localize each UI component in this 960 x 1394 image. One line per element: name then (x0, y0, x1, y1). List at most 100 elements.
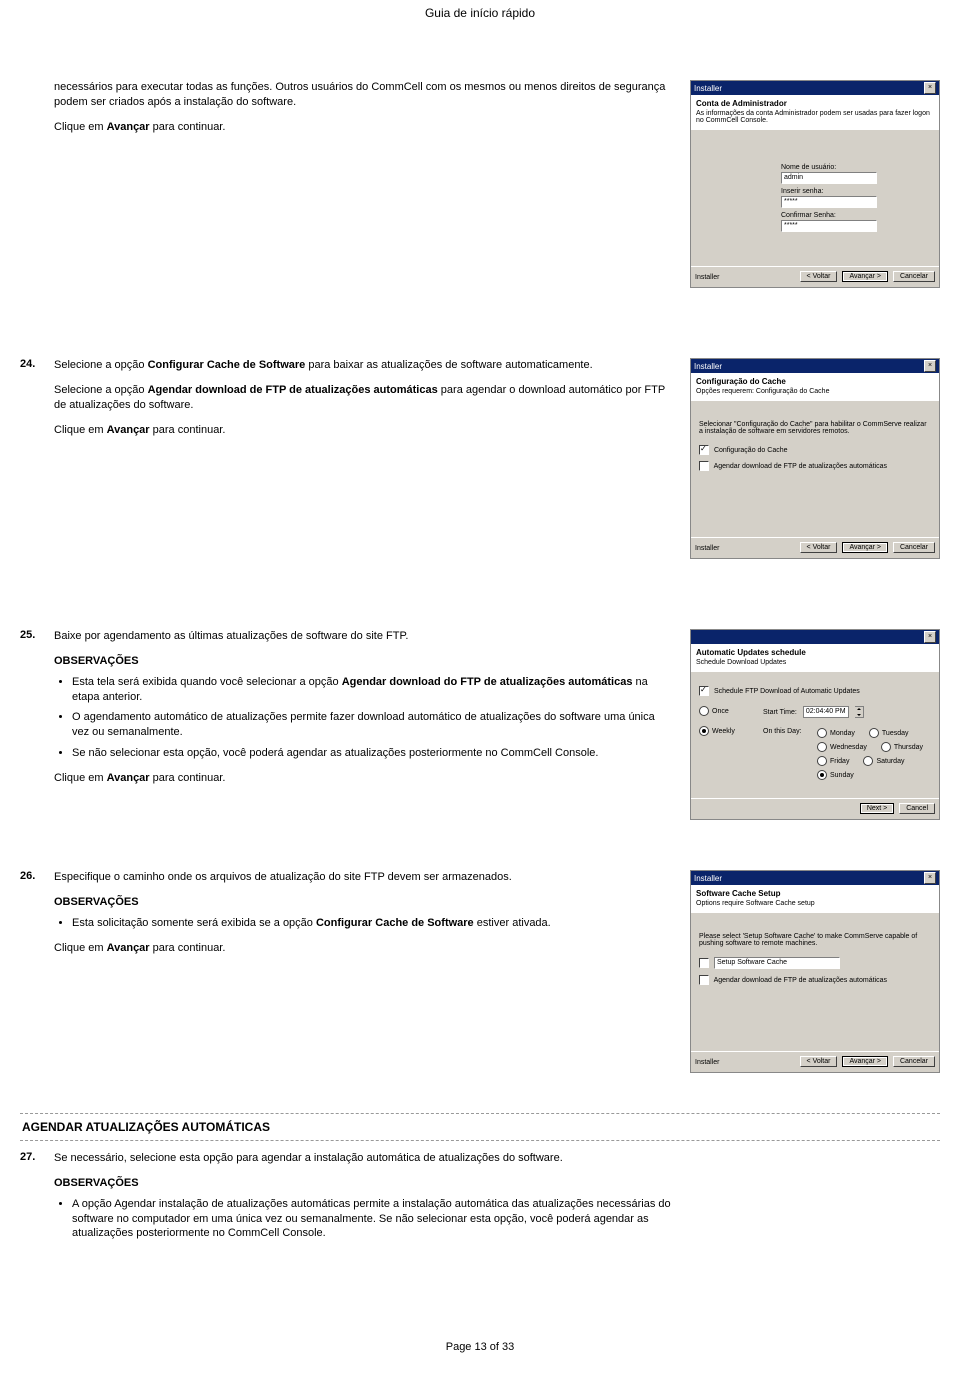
admin-dialog-titlebar: Installer × (691, 81, 939, 95)
cache-chk2-row[interactable]: Agendar download de FTP de atualizações … (699, 461, 931, 471)
back-button[interactable]: < Voltar (800, 271, 838, 282)
next-button[interactable]: Avançar > (842, 542, 888, 553)
step-24-num: 24. (20, 358, 44, 370)
close-icon[interactable]: × (924, 82, 936, 94)
schedule-dialog: × Automatic Updates schedule Schedule Do… (690, 629, 940, 820)
swcache-dialog-footer: Installer < Voltar Avançar > Cancelar (691, 1051, 939, 1072)
password-label: Inserir senha: (781, 188, 934, 195)
step-25-num: 25. (20, 629, 44, 641)
start-time-label: Start Time: (763, 709, 797, 716)
radio-icon[interactable] (881, 742, 891, 752)
swcache-chk1-label[interactable]: Setup Software Cache (714, 957, 840, 969)
step-24-text: Selecione a opção Configurar Cache de So… (54, 358, 680, 447)
step-26-list: Esta solicitação somente será exibida se… (54, 916, 672, 931)
step-27: 27. Se necessário, selecione esta opção … (20, 1151, 940, 1251)
cancel-button[interactable]: Cancelar (893, 1056, 935, 1067)
step-26-advance: Clique em Avançar para continuar. (54, 941, 672, 956)
footer-installer-label: Installer (695, 271, 720, 285)
step-25-text: Baixe por agendamento as últimas atualiz… (54, 629, 680, 796)
swcache-chk1-row[interactable]: Setup Software Cache (699, 957, 931, 969)
checkbox-icon[interactable] (699, 975, 709, 985)
checkbox-icon[interactable] (699, 461, 709, 471)
checkbox-icon[interactable] (699, 445, 709, 455)
swcache-chk2-label: Agendar download de FTP de atualizações … (714, 977, 887, 984)
cache-sub: Opções requerem: Configuração do Cache (696, 388, 934, 395)
close-icon[interactable]: × (924, 360, 936, 372)
radio-icon[interactable] (863, 756, 873, 766)
confirm-label: Confirmar Senha: (781, 212, 934, 219)
next-button[interactable]: Avançar > (842, 1056, 888, 1067)
admin-dialog-title: Installer (694, 84, 722, 93)
start-time-input[interactable]: 02:04:40 PM (803, 706, 849, 718)
day-radio[interactable]: Tuesday (869, 728, 909, 738)
day-radio[interactable]: Wednesday (817, 742, 867, 752)
day-radio[interactable]: Friday (817, 756, 849, 766)
swcache-dialog-titlebar: Installer × (691, 871, 939, 885)
radio-icon[interactable] (817, 770, 827, 780)
day-radio[interactable]: Sunday (817, 772, 854, 779)
schedule-sub: Schedule Download Updates (696, 659, 934, 666)
checkbox-icon[interactable] (699, 958, 709, 968)
day-radio[interactable]: Saturday (863, 756, 904, 766)
step-26-text: Especifique o caminho onde os arquivos d… (54, 870, 680, 965)
onday-label: On this Day: (763, 728, 811, 780)
back-button[interactable]: < Voltar (800, 542, 838, 553)
list-item: O agendamento automático de atualizações… (72, 710, 672, 740)
step-25-p1: Baixe por agendamento as últimas atualiz… (54, 629, 672, 644)
cache-chk1-label: Configuração do Cache (714, 447, 788, 454)
once-radio-row[interactable]: Once (699, 706, 749, 716)
step-26-observ: OBSERVAÇÕES (54, 895, 672, 910)
day-radio[interactable]: Monday (817, 728, 855, 738)
step-27-p1: Se necessário, selecione esta opção para… (54, 1151, 672, 1166)
close-icon[interactable]: × (924, 872, 936, 884)
step-23-dialog: Installer × Conta de Administrador As in… (690, 80, 940, 288)
username-label: Nome de usuário: (781, 164, 934, 171)
step-25-list: Esta tela será exibida quando você selec… (54, 675, 672, 761)
step-25-observ: OBSERVAÇÕES (54, 654, 672, 669)
admin-dialog-footer: Installer < Voltar Avançar > Cancelar (691, 266, 939, 287)
step-27-list: A opção Agendar instalação de atualizaçõ… (54, 1197, 672, 1242)
footer-installer-label: Installer (695, 1056, 720, 1070)
page-footer: Page 13 of 33 (0, 1341, 960, 1363)
spinner-icon[interactable] (855, 706, 864, 718)
cancel-button[interactable]: Cancel (899, 803, 935, 814)
cache-dialog-titlebar: Installer × (691, 359, 939, 373)
weekly-radio-row[interactable]: Weekly (699, 726, 749, 736)
step-23-text: necessários para executar todas as funçõ… (54, 80, 680, 145)
schedule-chk-row[interactable]: Schedule FTP Download of Automatic Updat… (699, 686, 931, 696)
cache-chk1-row[interactable]: Configuração do Cache (699, 445, 931, 455)
username-input[interactable]: admin (781, 172, 877, 184)
list-item: A opção Agendar instalação de atualizaçõ… (72, 1197, 672, 1242)
next-button[interactable]: Avançar > (842, 271, 888, 282)
cancel-button[interactable]: Cancelar (893, 542, 935, 553)
cache-chk2-label: Agendar download de FTP de atualizações … (714, 463, 887, 470)
cancel-button[interactable]: Cancelar (893, 271, 935, 282)
step-27-text: Se necessário, selecione esta opção para… (54, 1151, 680, 1251)
cache-dialog: Installer × Configuração do Cache Opções… (690, 358, 940, 559)
step-24-p2: Selecione a opção Agendar download de FT… (54, 383, 672, 413)
page-header: Guia de início rápido (0, 0, 960, 24)
swcache-chk2-row[interactable]: Agendar download de FTP de atualizações … (699, 975, 931, 985)
close-icon[interactable]: × (924, 631, 936, 643)
radio-icon[interactable] (817, 756, 827, 766)
step-25-advance: Clique em Avançar para continuar. (54, 771, 672, 786)
step-27-observ: OBSERVAÇÕES (54, 1176, 672, 1191)
step-23-p1: necessários para executar todas as funçõ… (54, 80, 672, 110)
step-24: 24. Selecione a opção Configurar Cache d… (20, 358, 940, 559)
confirm-input[interactable]: ***** (781, 220, 877, 232)
section-title: AGENDAR ATUALIZAÇÕES AUTOMÁTICAS (22, 1120, 940, 1134)
radio-icon[interactable] (699, 706, 709, 716)
cache-heading: Configuração do Cache (696, 377, 934, 386)
next-button[interactable]: Next > (860, 803, 894, 814)
password-input[interactable]: ***** (781, 196, 877, 208)
radio-icon[interactable] (869, 728, 879, 738)
cache-dialog-title: Installer (694, 362, 722, 371)
back-button[interactable]: < Voltar (800, 1056, 838, 1067)
checkbox-icon[interactable] (699, 686, 709, 696)
cache-body-text: Selecionar "Configuração do Cache" para … (699, 421, 931, 435)
swcache-heading: Software Cache Setup (696, 889, 934, 898)
radio-icon[interactable] (817, 728, 827, 738)
radio-icon[interactable] (817, 742, 827, 752)
radio-icon[interactable] (699, 726, 709, 736)
day-radio[interactable]: Thursday (881, 742, 923, 752)
